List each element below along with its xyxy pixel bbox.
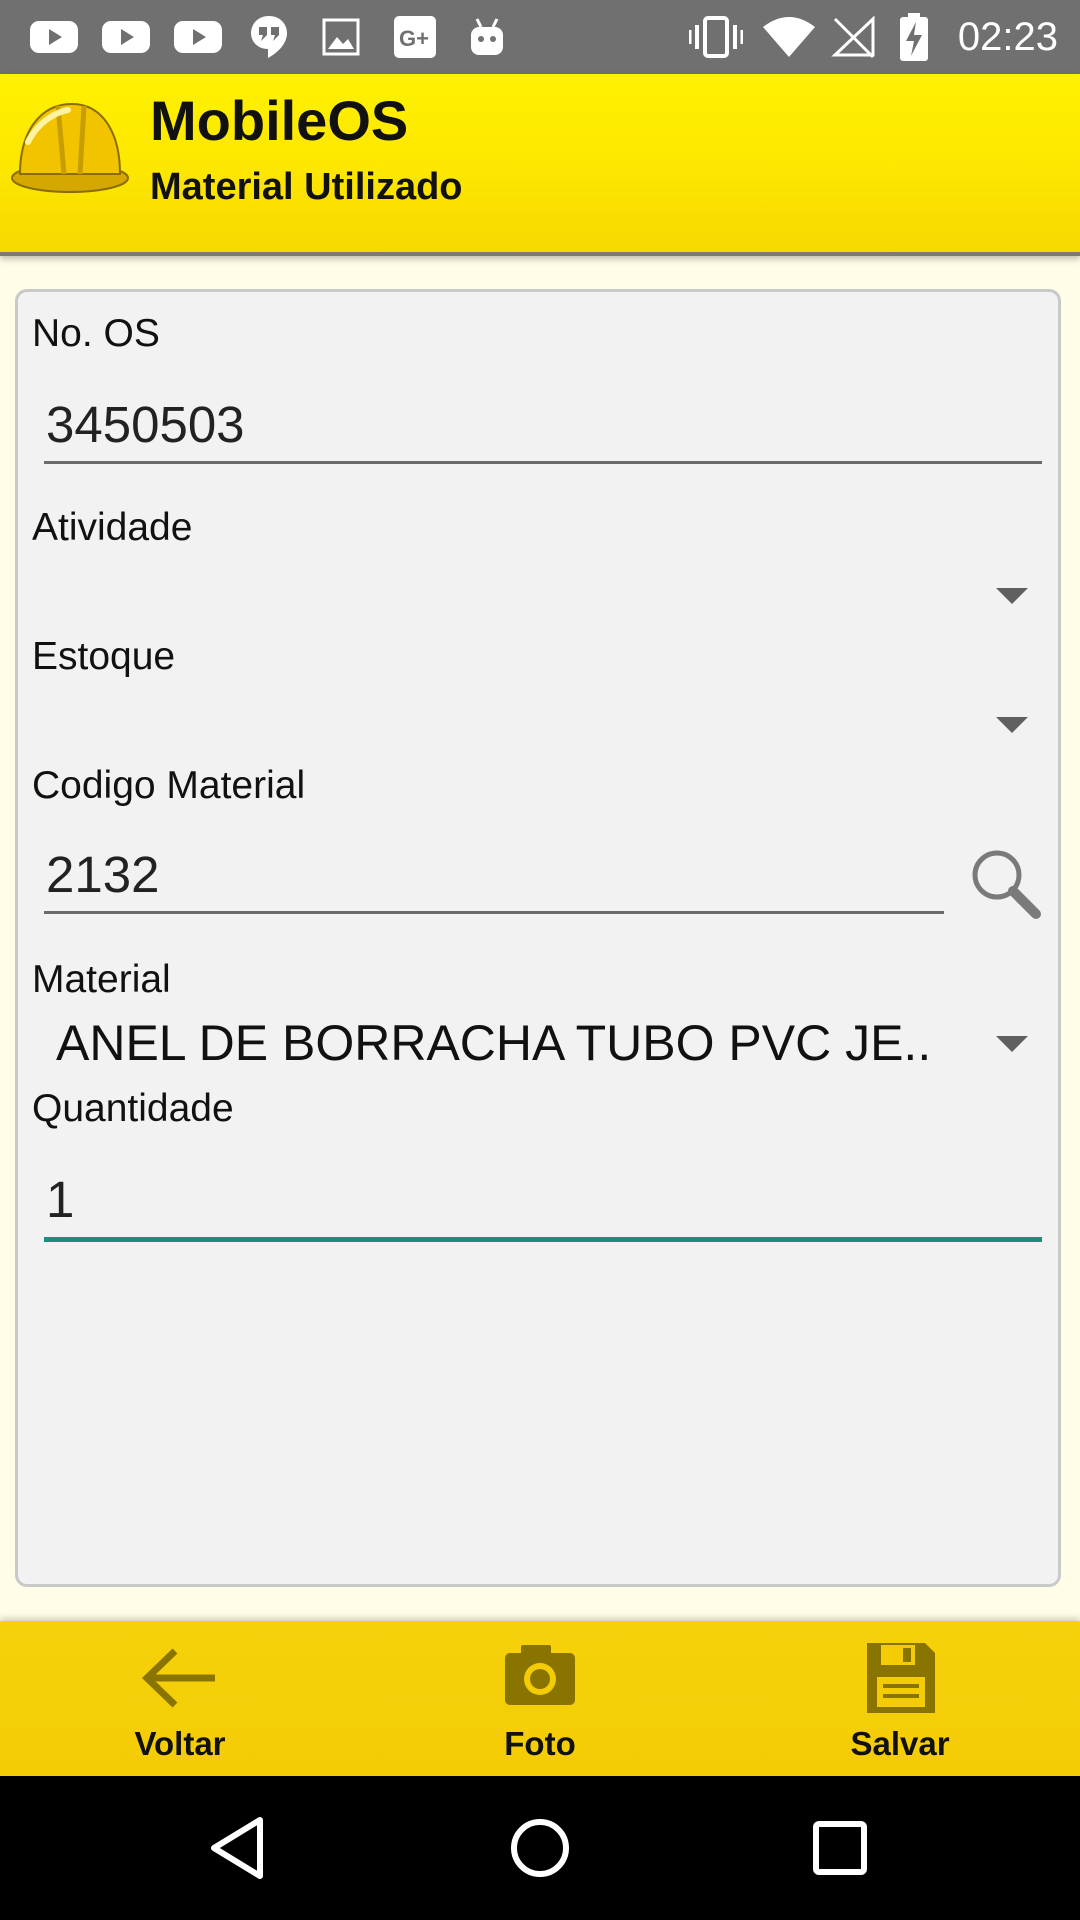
salvar-button[interactable]: Salvar — [780, 1621, 1020, 1776]
hard-hat-icon — [8, 92, 132, 202]
dropdown-arrow-icon — [996, 588, 1028, 604]
dropdown-arrow-icon — [996, 1036, 1028, 1052]
svg-text:G+: G+ — [399, 26, 429, 51]
salvar-label: Salvar — [850, 1725, 950, 1762]
google-plus-icon: G+ — [392, 0, 438, 74]
status-bar: G+ 02:23 — [0, 0, 1080, 74]
codigo-material-input[interactable] — [44, 838, 944, 914]
no-signal-icon — [830, 0, 878, 74]
search-icon[interactable] — [966, 844, 1044, 922]
hangouts-icon — [248, 0, 290, 74]
dropdown-arrow-icon — [996, 717, 1028, 733]
material-label: Material — [32, 958, 171, 1001]
material-value: ANEL DE BORRACHA TUBO PVC JE.. — [56, 1015, 932, 1071]
no-os-input[interactable] — [44, 388, 1042, 464]
youtube-icon — [172, 0, 224, 74]
codigo-material-label: Codigo Material — [32, 764, 306, 807]
estoque-label: Estoque — [32, 635, 176, 678]
navigation-bar — [0, 1776, 1080, 1920]
vibrate-icon — [688, 0, 744, 74]
app-title: MobileOS — [150, 89, 409, 152]
foto-button[interactable]: Foto — [420, 1621, 660, 1776]
battery-charging-icon — [896, 0, 932, 74]
back-icon[interactable] — [198, 1806, 282, 1890]
android-icon — [466, 0, 508, 74]
atividade-dropdown[interactable] — [32, 568, 1046, 628]
clock: 02:23 — [957, 15, 1058, 59]
no-os-label: No. OS — [32, 312, 160, 355]
foto-label: Foto — [504, 1725, 576, 1762]
atividade-label: Atividade — [32, 506, 193, 549]
youtube-icon — [100, 0, 152, 74]
wifi-icon — [760, 0, 818, 74]
quantidade-label: Quantidade — [32, 1087, 234, 1130]
quantidade-input[interactable] — [44, 1162, 1042, 1242]
bottom-action-bar: Voltar Foto Salvar — [0, 1621, 1080, 1776]
material-dropdown[interactable]: ANEL DE BORRACHA TUBO PVC JE.. — [32, 1014, 1046, 1074]
recents-icon[interactable] — [798, 1806, 882, 1890]
image-icon — [320, 0, 362, 74]
floppy-disk-icon — [855, 1633, 945, 1723]
camera-icon — [495, 1633, 585, 1723]
form-card: No. OS Atividade Estoque Codigo Material… — [15, 289, 1061, 1587]
voltar-button[interactable]: Voltar — [60, 1621, 300, 1776]
app-header: MobileOS Material Utilizado — [0, 74, 1080, 256]
voltar-label: Voltar — [134, 1725, 226, 1762]
youtube-icon — [28, 0, 80, 74]
page-subtitle: Material Utilizado — [150, 166, 463, 208]
home-icon[interactable] — [498, 1806, 582, 1890]
estoque-dropdown[interactable] — [32, 697, 1046, 757]
arrow-left-icon — [135, 1633, 225, 1723]
